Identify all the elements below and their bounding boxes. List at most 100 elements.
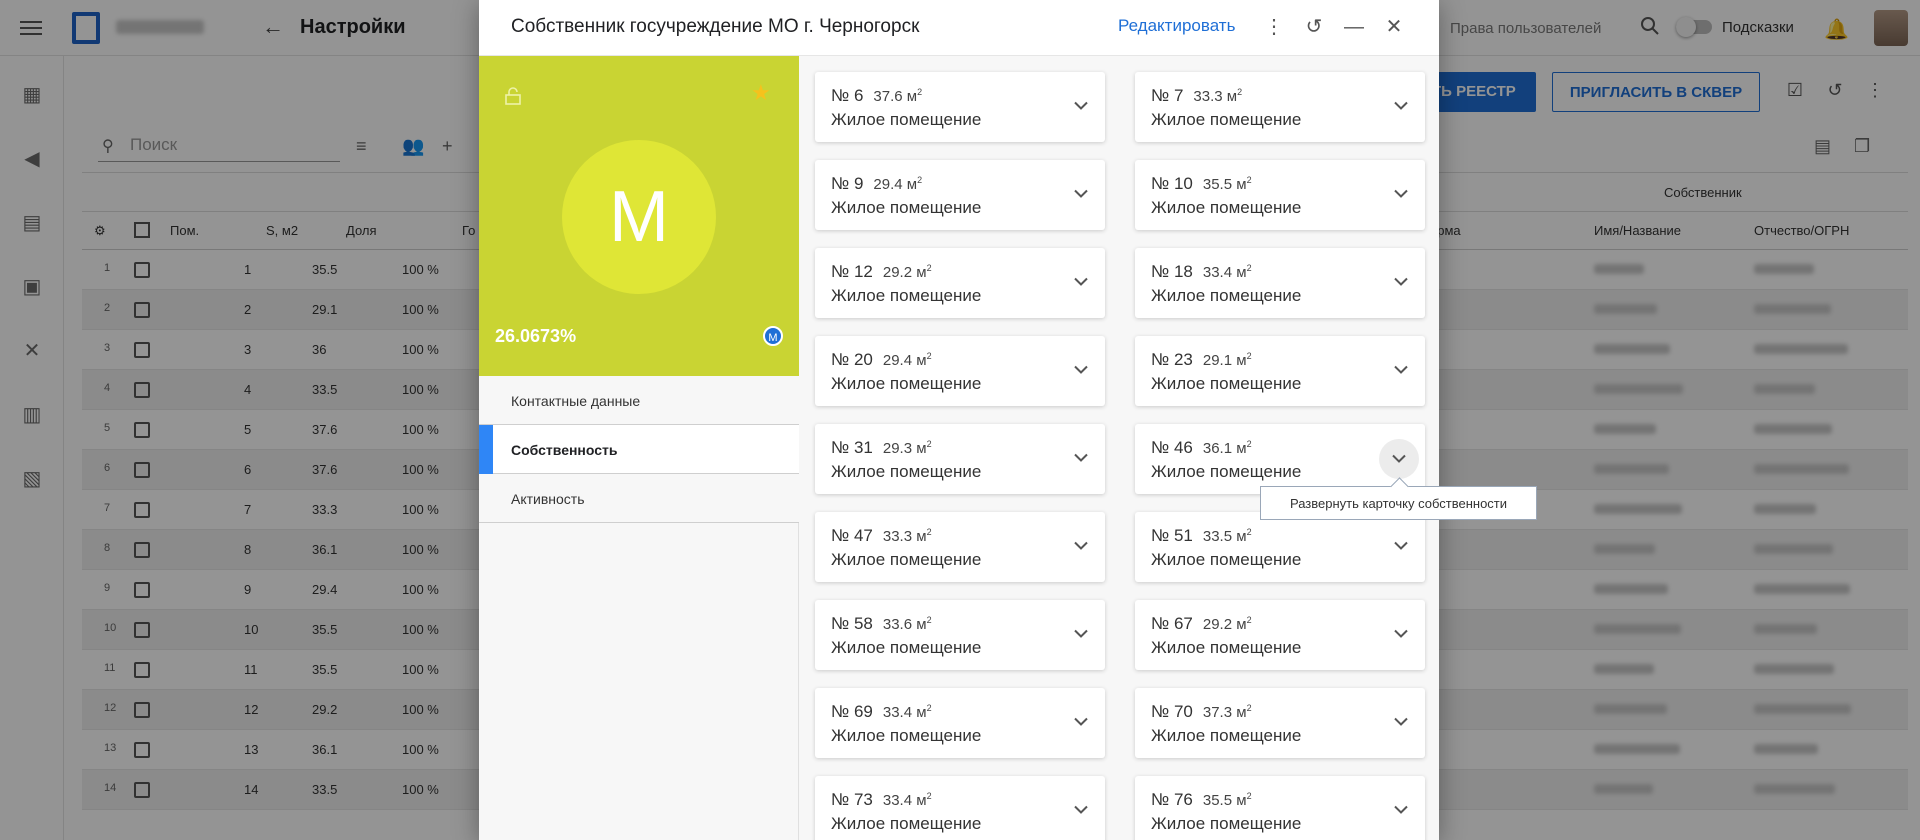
edit-button[interactable]: Редактировать — [1118, 16, 1235, 36]
property-card[interactable]: № 6 37.6 м2 Жилое помещение — [815, 72, 1105, 142]
property-card[interactable]: № 51 33.5 м2 Жилое помещение — [1135, 512, 1425, 582]
property-area: 33.4 м2 — [1202, 263, 1252, 281]
property-card[interactable]: № 70 37.3 м2 Жилое помещение — [1135, 688, 1425, 758]
property-card[interactable]: № 69 33.4 м2 Жилое помещение — [815, 688, 1105, 758]
chevron-down-icon[interactable] — [1389, 358, 1413, 382]
property-number: № 23 29.1 м2 — [1151, 350, 1252, 369]
property-area: 29.4 м2 — [882, 351, 932, 369]
property-type: Жилое помещение — [831, 198, 982, 217]
property-number: № 73 33.4 м2 — [831, 790, 932, 809]
property-number: № 51 33.5 м2 — [1151, 526, 1252, 545]
chevron-down-icon[interactable] — [1069, 534, 1093, 558]
property-type: Жилое помещение — [1151, 286, 1302, 305]
property-card[interactable]: № 9 29.4 м2 Жилое помещение — [815, 160, 1105, 230]
close-icon[interactable]: ✕ — [1381, 14, 1407, 40]
property-type: Жилое помещение — [1151, 814, 1302, 833]
property-card[interactable]: № 18 33.4 м2 Жилое помещение — [1135, 248, 1425, 318]
chevron-down-icon[interactable] — [1069, 710, 1093, 734]
property-area: 29.1 м2 — [1202, 351, 1252, 369]
property-type: Жилое помещение — [831, 462, 982, 481]
property-type: Жилое помещение — [831, 550, 982, 569]
tab-property[interactable]: Собственность — [479, 425, 799, 474]
property-type: Жилое помещение — [1151, 638, 1302, 657]
property-list: № 6 37.6 м2 Жилое помещение № 7 33.3 м2 Жилое… — [799, 56, 1439, 840]
chevron-down-icon[interactable] — [1069, 94, 1093, 118]
star-icon[interactable]: ★ — [751, 80, 771, 106]
property-number: № 7 33.3 м2 — [1151, 86, 1243, 105]
property-area: 35.5 м2 — [1202, 175, 1252, 193]
modal-header: Собственник госучреждение МО г. Черногор… — [479, 0, 1439, 56]
property-type: Жилое помещение — [831, 726, 982, 745]
property-type: Жилое помещение — [1151, 726, 1302, 745]
property-area: 33.3 м2 — [1193, 87, 1243, 105]
property-card[interactable]: № 12 29.2 м2 Жилое помещение — [815, 248, 1105, 318]
owner-sidebar: ★ M 26.0673% M Контактные данные Собстве… — [479, 56, 799, 840]
property-card[interactable]: № 58 33.6 м2 Жилое помещение — [815, 600, 1105, 670]
property-number: № 31 29.3 м2 — [831, 438, 932, 457]
owner-profile-card: ★ M 26.0673% M — [479, 56, 799, 376]
property-type: Жилое помещение — [831, 110, 982, 129]
chevron-down-icon[interactable] — [1379, 439, 1419, 479]
property-card[interactable]: № 46 36.1 м2 Жилое помещение — [1135, 424, 1425, 494]
more-vert-icon[interactable]: ⋮ — [1261, 14, 1287, 40]
owner-modal: Собственник госучреждение МО г. Черногор… — [479, 0, 1439, 840]
property-type: Жилое помещение — [831, 814, 982, 833]
chevron-down-icon[interactable] — [1389, 94, 1413, 118]
chevron-down-icon[interactable] — [1069, 358, 1093, 382]
chevron-down-icon[interactable] — [1389, 182, 1413, 206]
property-card[interactable]: № 73 33.4 м2 Жилое помещение — [815, 776, 1105, 840]
property-type: Жилое помещение — [1151, 110, 1302, 129]
property-area: 29.4 м2 — [873, 175, 923, 193]
chevron-down-icon[interactable] — [1389, 622, 1413, 646]
property-type: Жилое помещение — [831, 374, 982, 393]
chevron-down-icon[interactable] — [1069, 798, 1093, 822]
chevron-down-icon[interactable] — [1389, 710, 1413, 734]
property-number: № 67 29.2 м2 — [1151, 614, 1252, 633]
property-card[interactable]: № 76 35.5 м2 Жилое помещение — [1135, 776, 1425, 840]
property-number: № 6 37.6 м2 — [831, 86, 923, 105]
property-number: № 47 33.3 м2 — [831, 526, 932, 545]
owner-type-badge: M — [763, 326, 783, 346]
property-card[interactable]: № 7 33.3 м2 Жилое помещение — [1135, 72, 1425, 142]
minimize-icon[interactable]: — — [1341, 14, 1367, 40]
property-area: 37.6 м2 — [873, 87, 923, 105]
property-type: Жилое помещение — [1151, 550, 1302, 569]
property-type: Жилое помещение — [831, 286, 982, 305]
property-number: № 70 37.3 м2 — [1151, 702, 1252, 721]
history-icon[interactable]: ↺ — [1301, 14, 1327, 40]
property-number: № 69 33.4 м2 — [831, 702, 932, 721]
property-card[interactable]: № 47 33.3 м2 Жилое помещение — [815, 512, 1105, 582]
expand-card-tooltip: Развернуть карточку собственности — [1260, 486, 1537, 520]
owner-share-percent: 26.0673% — [495, 326, 577, 346]
chevron-down-icon[interactable] — [1389, 798, 1413, 822]
property-number: № 10 35.5 м2 — [1151, 174, 1252, 193]
property-card[interactable]: № 23 29.1 м2 Жилое помещение — [1135, 336, 1425, 406]
tab-activity[interactable]: Активность — [479, 474, 799, 523]
property-number: № 18 33.4 м2 — [1151, 262, 1252, 281]
chevron-down-icon[interactable] — [1389, 270, 1413, 294]
tab-contacts[interactable]: Контактные данные — [479, 376, 799, 425]
modal-title: Собственник госучреждение МО г. Черногор… — [511, 16, 920, 37]
property-card[interactable]: № 67 29.2 м2 Жилое помещение — [1135, 600, 1425, 670]
property-type: Жилое помещение — [1151, 198, 1302, 217]
property-area: 29.2 м2 — [1202, 615, 1252, 633]
property-area: 29.2 м2 — [882, 263, 932, 281]
property-number: № 46 36.1 м2 — [1151, 438, 1252, 457]
property-card[interactable]: № 20 29.4 м2 Жилое помещение — [815, 336, 1105, 406]
property-area: 35.5 м2 — [1202, 791, 1252, 809]
chevron-down-icon[interactable] — [1069, 446, 1093, 470]
unlock-icon[interactable] — [503, 86, 523, 106]
property-number: № 20 29.4 м2 — [831, 350, 932, 369]
property-area: 33.3 м2 — [882, 527, 932, 545]
property-area: 33.5 м2 — [1202, 527, 1252, 545]
property-type: Жилое помещение — [831, 638, 982, 657]
property-type: Жилое помещение — [1151, 374, 1302, 393]
property-number: № 12 29.2 м2 — [831, 262, 932, 281]
chevron-down-icon[interactable] — [1389, 534, 1413, 558]
property-card[interactable]: № 10 35.5 м2 Жилое помещение — [1135, 160, 1425, 230]
property-card[interactable]: № 31 29.3 м2 Жилое помещение — [815, 424, 1105, 494]
property-area: 33.4 м2 — [882, 703, 932, 721]
chevron-down-icon[interactable] — [1069, 270, 1093, 294]
chevron-down-icon[interactable] — [1069, 182, 1093, 206]
chevron-down-icon[interactable] — [1069, 622, 1093, 646]
